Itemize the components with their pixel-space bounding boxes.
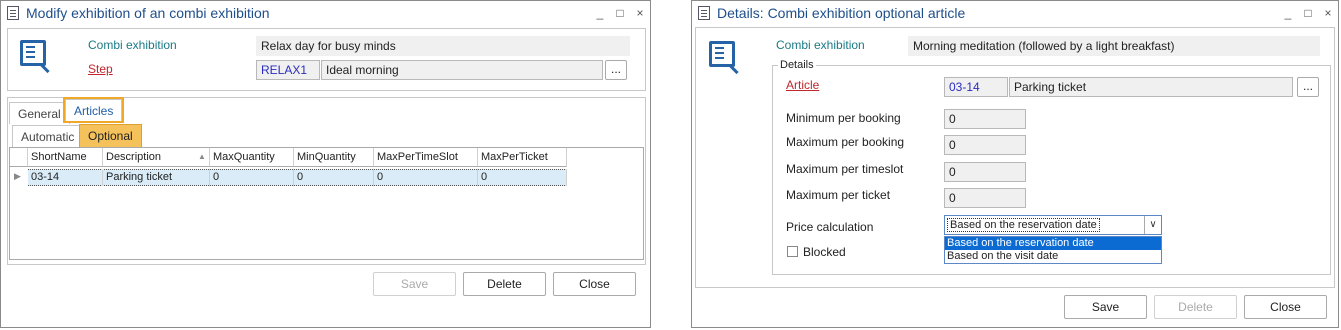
title-bar: Details: Combi exhibition optional artic… bbox=[692, 1, 1338, 25]
column-header-maxquantity[interactable]: MaxQuantity bbox=[210, 148, 294, 167]
window-title: Details: Combi exhibition optional artic… bbox=[717, 5, 966, 21]
form-icon bbox=[698, 6, 710, 20]
step-code-field[interactable]: RELAX1 bbox=[256, 60, 320, 80]
max-per-timeslot-label: Maximum per timeslot bbox=[786, 162, 904, 176]
maximize-button[interactable]: □ bbox=[1298, 6, 1318, 20]
header-panel: Combi exhibition Relax day for busy mind… bbox=[7, 28, 646, 91]
dropdown-option-visit-date[interactable]: Based on the visit date bbox=[945, 250, 1161, 263]
subtab-automatic[interactable]: Automatic bbox=[12, 125, 84, 147]
blocked-checkbox[interactable] bbox=[787, 246, 798, 257]
tab-articles[interactable]: Articles bbox=[62, 97, 125, 123]
form-icon bbox=[7, 6, 19, 20]
cell-description[interactable]: Parking ticket bbox=[103, 169, 210, 186]
min-per-booking-label: Minimum per booking bbox=[786, 111, 901, 125]
column-header-minquantity[interactable]: MinQuantity bbox=[294, 148, 374, 167]
minimize-button[interactable]: _ bbox=[590, 6, 610, 20]
delete-button[interactable]: Delete bbox=[463, 272, 546, 296]
column-header-description[interactable]: Description bbox=[103, 148, 210, 167]
cell-maxquantity[interactable]: 0 bbox=[210, 169, 294, 186]
modify-exhibition-window: Modify exhibition of an combi exhibition… bbox=[0, 0, 651, 328]
title-bar: Modify exhibition of an combi exhibition… bbox=[1, 1, 650, 25]
article-browse-button[interactable]: ... bbox=[1297, 77, 1319, 97]
max-per-ticket-input[interactable]: 0 bbox=[944, 188, 1026, 208]
blocked-label: Blocked bbox=[803, 245, 846, 259]
price-calculation-value: Based on the reservation date bbox=[947, 218, 1100, 232]
price-calculation-select[interactable]: Based on the reservation date ∨ bbox=[944, 215, 1162, 235]
sort-ascending-icon: ▲ bbox=[198, 152, 206, 161]
window-title: Modify exhibition of an combi exhibition bbox=[26, 5, 270, 21]
row-indicator-header bbox=[10, 148, 28, 167]
max-per-booking-label: Maximum per booking bbox=[786, 135, 905, 149]
max-per-timeslot-input[interactable]: 0 bbox=[944, 162, 1026, 182]
chevron-down-icon[interactable]: ∨ bbox=[1144, 216, 1161, 234]
column-header-shortname[interactable]: ShortName bbox=[28, 148, 103, 167]
step-name-field[interactable]: Ideal morning bbox=[321, 60, 603, 80]
subtab-optional[interactable]: Optional bbox=[79, 124, 142, 147]
max-per-booking-input[interactable]: 0 bbox=[944, 135, 1026, 155]
step-link[interactable]: Step bbox=[88, 62, 113, 76]
save-button[interactable]: Save bbox=[373, 272, 456, 296]
cell-maxperticket[interactable]: 0 bbox=[478, 169, 567, 186]
step-browse-button[interactable]: ... bbox=[605, 60, 627, 80]
max-per-ticket-label: Maximum per ticket bbox=[786, 188, 891, 202]
delete-button[interactable]: Delete bbox=[1154, 295, 1237, 319]
minimize-button[interactable]: _ bbox=[1278, 6, 1298, 20]
close-button[interactable]: Close bbox=[553, 272, 636, 296]
close-window-button[interactable]: × bbox=[630, 6, 650, 20]
row-pointer-icon: ▶ bbox=[14, 171, 21, 181]
article-code-field[interactable]: 03-14 bbox=[944, 77, 1008, 97]
cell-maxpertimeslot[interactable]: 0 bbox=[374, 169, 478, 186]
price-calculation-label: Price calculation bbox=[786, 220, 874, 234]
article-link[interactable]: Article bbox=[786, 78, 819, 92]
details-group-title: Details bbox=[778, 59, 816, 71]
optional-articles-grid: ShortName Description ▲ MaxQuantity MinQ… bbox=[9, 147, 644, 260]
close-window-button[interactable]: × bbox=[1318, 6, 1338, 20]
save-button[interactable]: Save bbox=[1064, 295, 1147, 319]
details-window: Details: Combi exhibition optional artic… bbox=[691, 0, 1339, 328]
article-name-field[interactable]: Parking ticket bbox=[1009, 77, 1293, 97]
edit-form-icon bbox=[709, 41, 735, 67]
tab-general[interactable]: General bbox=[9, 102, 70, 124]
combi-exhibition-field: Relax day for busy minds bbox=[256, 36, 630, 56]
edit-form-icon bbox=[20, 40, 46, 66]
min-per-booking-input[interactable]: 0 bbox=[944, 109, 1026, 129]
combi-exhibition-field: Morning meditation (followed by a light … bbox=[908, 36, 1320, 56]
cell-minquantity[interactable]: 0 bbox=[294, 169, 374, 186]
combi-exhibition-label: Combi exhibition bbox=[776, 38, 865, 52]
maximize-button[interactable]: □ bbox=[610, 6, 630, 20]
close-button[interactable]: Close bbox=[1244, 295, 1327, 319]
combi-exhibition-label: Combi exhibition bbox=[88, 38, 177, 52]
column-header-maxpertimeslot[interactable]: MaxPerTimeSlot bbox=[374, 148, 478, 167]
cell-shortname[interactable]: 03-14 bbox=[28, 169, 103, 186]
dropdown-option-reservation-date[interactable]: Based on the reservation date bbox=[945, 237, 1161, 250]
column-header-maxperticket[interactable]: MaxPerTicket bbox=[478, 148, 567, 167]
price-calculation-dropdown: Based on the reservation date Based on t… bbox=[944, 236, 1162, 264]
